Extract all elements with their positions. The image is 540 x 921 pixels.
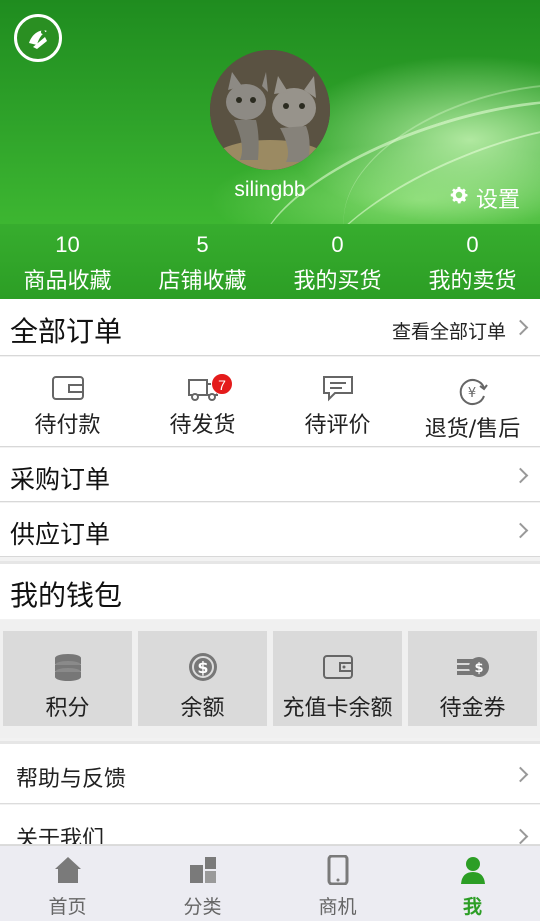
category-icon [188,854,218,886]
wallet-tile-coupons[interactable]: $ 待金券 [408,631,537,726]
app-logo-icon[interactable] [14,14,62,62]
wallet-tile-label: 待金券 [439,696,506,721]
stat-count: 0 [466,232,479,257]
order-status-pending-review[interactable]: 待评价 [270,357,405,446]
order-status-pending-payment[interactable]: 待付款 [0,357,135,446]
stat-favorite-goods[interactable]: 10 商品收藏 [0,224,135,299]
gear-icon [448,184,470,212]
wallet-grid: 积分 $ 余额 充值卡余额 $ 待金券 [0,620,540,738]
wallet-tile-card-balance[interactable]: 充值卡余额 [273,631,402,726]
phone-icon [327,854,349,886]
purchase-orders-label: 采购订单 [10,465,111,494]
person-icon [459,854,487,886]
supply-orders-label: 供应订单 [10,520,111,549]
nav-business[interactable]: 商机 [270,846,405,921]
view-all-orders-link[interactable]: 查看全部订单 [392,317,506,344]
bottom-nav: 首页 分类 商机 我 [0,845,540,921]
help-feedback-row[interactable]: 帮助与反馈 [0,741,540,804]
nav-me[interactable]: 我 [405,846,540,921]
order-status-label: 退货/售后 [424,417,521,442]
order-status-label: 待发货 [169,413,236,438]
stat-favorite-shops[interactable]: 5 店铺收藏 [135,224,270,299]
chevron-right-icon [512,828,529,844]
settings-label: 设置 [476,188,521,213]
card-wallet-icon [322,651,354,683]
nav-category[interactable]: 分类 [135,846,270,921]
order-status-label: 待付款 [34,413,101,438]
stat-count: 10 [55,232,80,257]
dollar-coin-icon: $ [187,651,219,683]
all-orders-row[interactable]: 全部订单 查看全部订单 [0,299,540,356]
wallet-tile-balance[interactable]: $ 余额 [138,631,267,726]
about-us-row[interactable]: 关于我们 [0,805,540,845]
shipment-count-badge: 7 [211,373,233,395]
comment-icon [321,373,355,403]
order-status-pending-shipment[interactable]: 7 待发货 [135,357,270,446]
all-orders-title: 全部订单 [10,315,123,348]
stat-label: 商品收藏 [23,269,112,294]
order-status-returns[interactable]: ¥ 退货/售后 [405,357,540,446]
stat-count: 0 [331,232,344,257]
svg-text:¥: ¥ [467,386,475,401]
home-icon [53,854,83,886]
nav-label: 我 [462,896,482,918]
wallet-title: 我的钱包 [10,579,123,612]
coin-stack-icon [51,651,85,683]
nav-home[interactable]: 首页 [0,846,135,921]
order-status-label: 待评价 [304,413,371,438]
svg-text:$: $ [474,661,483,676]
order-status-bar: 待付款 7 待发货 待评价 ¥ 退货/售后 [0,357,540,447]
nav-label: 商机 [318,896,357,918]
purchase-orders-row[interactable]: 采购订单 [0,448,540,502]
stat-label: 店铺收藏 [158,269,247,294]
nav-label: 首页 [48,896,87,918]
chevron-right-icon [512,467,529,484]
about-us-label: 关于我们 [16,827,105,845]
coupon-coins-icon: $ [455,651,491,683]
stat-label: 我的卖货 [428,269,517,294]
stat-label: 我的买货 [293,269,382,294]
chevron-right-icon [512,319,529,336]
wallet-tile-label: 余额 [180,696,225,721]
wallet-tile-label: 充值卡余额 [282,696,393,721]
stat-count: 5 [196,232,209,257]
chevron-right-icon [512,766,529,783]
wallet-card-icon [51,373,85,403]
wallet-tile-label: 积分 [45,696,90,721]
svg-text:$: $ [197,658,208,677]
stat-my-sales[interactable]: 0 我的卖货 [405,224,540,299]
supply-orders-row[interactable]: 供应订单 [0,503,540,557]
wallet-header: 我的钱包 [0,561,540,619]
stat-my-purchases[interactable]: 0 我的买货 [270,224,405,299]
stats-bar: 10 商品收藏 5 店铺收藏 0 我的买货 0 我的卖货 [0,224,540,299]
chevron-right-icon [512,522,529,539]
yen-return-icon: ¥ [457,377,489,407]
help-feedback-label: 帮助与反馈 [16,767,127,792]
settings-button[interactable]: 设置 [448,182,520,214]
wallet-tile-points[interactable]: 积分 [3,631,132,726]
nav-label: 分类 [183,896,222,918]
avatar[interactable] [210,50,330,170]
profile-header: silingbb 设置 [0,0,540,224]
